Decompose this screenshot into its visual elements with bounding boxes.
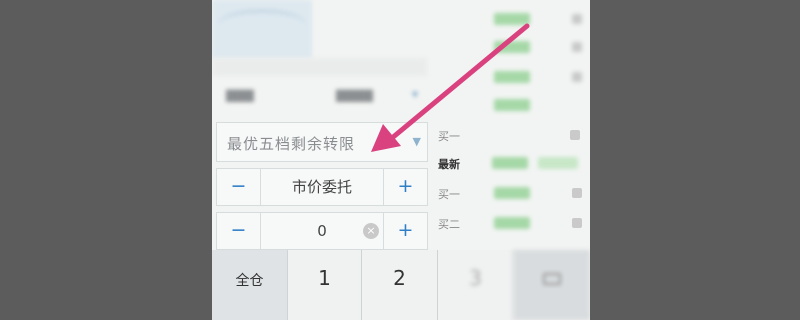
quantity-minus-button[interactable]: − (217, 213, 261, 249)
numeric-keypad: 全仓 1 2 3 (212, 250, 590, 320)
blurred-text-right: ▇▇▇▇ (336, 88, 373, 102)
minus-icon: − (230, 175, 247, 197)
price-cell (494, 41, 530, 53)
volume-cell (572, 188, 582, 198)
blurred-account-row: ▇▇▇ ▇▇▇▇ ▾ (218, 86, 426, 108)
dropdown-icon: ▼ (412, 135, 421, 148)
order-book-row-bid1: 买一 (434, 126, 590, 146)
volume-cell (572, 218, 582, 228)
blurred-chart (212, 0, 312, 58)
clear-icon[interactable]: × (363, 223, 379, 239)
order-book-label: 最新 (438, 158, 460, 171)
blurred-chevron-icon: ▾ (411, 87, 418, 101)
key-2[interactable]: 2 (362, 250, 438, 320)
order-book-label: 买一 (438, 188, 460, 201)
key-1[interactable]: 1 (288, 250, 362, 320)
order-book-label: 买二 (438, 218, 460, 231)
order-book (434, 0, 590, 250)
order-book-row (434, 68, 590, 88)
change-cell (538, 157, 578, 169)
price-minus-button[interactable]: − (217, 169, 261, 205)
price-cell (494, 71, 530, 83)
volume-cell (572, 42, 582, 52)
volume-cell (572, 72, 582, 82)
blurred-text-left: ▇▇▇ (226, 88, 254, 102)
price-cell (494, 13, 530, 25)
order-book-row-buy2: 买二 (434, 214, 590, 234)
key-full-position[interactable]: 全仓 (212, 250, 288, 320)
price-cell (494, 99, 530, 111)
price-plus-button[interactable]: + (383, 169, 427, 205)
backspace-icon (543, 273, 561, 285)
plus-icon: + (397, 175, 414, 197)
order-book-row (434, 10, 590, 30)
price-cell (494, 187, 530, 199)
price-type-value: 最优五档剩余转限 (227, 135, 356, 153)
order-book-row (434, 38, 590, 58)
plus-icon: + (397, 219, 414, 241)
order-book-row (434, 96, 590, 116)
order-book-row-buy1: 买一 (434, 184, 590, 204)
price-cell (494, 217, 530, 229)
price-type-select[interactable]: 最优五档剩余转限 ▼ (216, 122, 428, 162)
price-field[interactable]: 市价委托 (262, 169, 382, 205)
key-3[interactable]: 3 (438, 250, 514, 320)
blurred-strip (212, 58, 427, 76)
volume-cell (570, 130, 580, 140)
quantity-stepper: − 0 × + (216, 212, 428, 250)
trading-screen: ▇▇▇ ▇▇▇▇ ▾ 买一 最新 买一 买二 最优五档剩余转限 ▼ − 市价委托… (212, 0, 590, 320)
order-book-row-latest: 最新 (434, 154, 590, 174)
price-stepper: − 市价委托 + (216, 168, 428, 206)
minus-icon: − (230, 219, 247, 241)
volume-cell (572, 14, 582, 24)
price-cell (492, 157, 528, 169)
backspace-key[interactable] (514, 250, 590, 320)
quantity-plus-button[interactable]: + (383, 213, 427, 249)
order-book-label: 买一 (438, 130, 460, 143)
